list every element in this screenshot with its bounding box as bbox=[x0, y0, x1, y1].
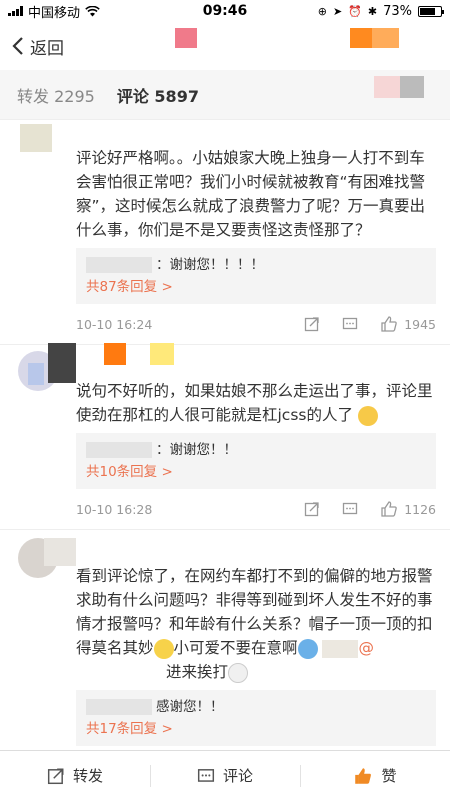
lock-rotation-icon: ⊕ bbox=[317, 4, 327, 18]
redacted-block bbox=[374, 76, 400, 98]
redacted-block bbox=[350, 28, 372, 48]
repost-button[interactable]: 转发 bbox=[0, 751, 150, 800]
redacted-block bbox=[400, 76, 424, 98]
comment-page: 中国移动 09:46 ⊕ ➤ ⏰ ✱ 73% 返回 转发 2295 评论 589… bbox=[0, 0, 450, 800]
status-bar: 中国移动 09:46 ⊕ ➤ ⏰ ✱ 73% bbox=[0, 0, 450, 22]
thumbs-up-icon bbox=[381, 316, 397, 332]
comment-icon[interactable] bbox=[342, 316, 358, 332]
signal-icon bbox=[8, 6, 23, 16]
comment-item: 说句不好听的，如果姑娘不那么走运出了事，评论里使劲在那杠的人很可能就是杠jcss… bbox=[0, 343, 450, 530]
redacted-block bbox=[48, 343, 76, 383]
reply-text: ：谢谢您！！ bbox=[156, 442, 237, 458]
redacted-block bbox=[86, 699, 152, 715]
redacted-block bbox=[28, 363, 44, 385]
redacted-block bbox=[322, 639, 359, 658]
comment-time: 10-10 16:24 bbox=[76, 316, 153, 332]
thumbs-up-icon bbox=[355, 767, 372, 784]
comment-meta: 10-10 16:24 1945 bbox=[76, 304, 436, 344]
comment-text: 评论好严格啊。。小姑娘家大晚上独身一人打不到车会害怕很正常吧？我们小时候就被教育… bbox=[76, 149, 426, 239]
chevron-left-icon bbox=[12, 37, 23, 55]
like-button[interactable]: 1945 bbox=[380, 315, 436, 333]
comment-text: 看到评论惊了，在网约车都打不到的偏僻的地方报警求助有什么问题吗？非得等到碰到坏人… bbox=[76, 567, 433, 683]
carrier-label: 中国移动 bbox=[28, 5, 81, 21]
comment-list: 评论好严格啊。。小姑娘家大晚上独身一人打不到车会害怕很正常吧？我们小时候就被教育… bbox=[0, 120, 450, 750]
redacted-block bbox=[372, 28, 399, 48]
like-count: 1126 bbox=[404, 501, 436, 517]
comment-label: 评论 bbox=[222, 767, 253, 785]
repost-icon bbox=[47, 768, 64, 784]
redacted-block bbox=[44, 538, 76, 566]
bottom-action-bar: 转发 评论 赞 bbox=[0, 750, 450, 800]
reply-box[interactable]: 感谢您！！ 共17条回复 > bbox=[76, 690, 436, 746]
emoji-icon bbox=[228, 662, 249, 683]
comment-item: 评论好严格啊。。小姑娘家大晚上独身一人打不到车会害怕很正常吧？我们小时候就被教育… bbox=[0, 120, 450, 345]
bluetooth-icon: ✱ bbox=[367, 4, 378, 18]
like-button[interactable]: 1126 bbox=[380, 500, 436, 518]
reply-count-link[interactable]: 共10条回复 > bbox=[86, 461, 426, 483]
nav-bar: 返回 bbox=[0, 22, 450, 70]
repost-label: 转发 bbox=[72, 767, 103, 785]
avatar[interactable] bbox=[20, 124, 52, 152]
wifi-icon bbox=[85, 5, 100, 16]
comment-text: 说句不好听的，如果姑娘不那么走运出了事，评论里使劲在那杠的人很可能就是杠jcss… bbox=[76, 382, 433, 426]
reply-text: ：谢谢您！！！！ bbox=[156, 257, 264, 273]
comment-icon[interactable] bbox=[342, 501, 358, 517]
reply-count-link[interactable]: 共87条回复 > bbox=[86, 276, 426, 298]
reply-box[interactable]: ：谢谢您！！ 共10条回复 > bbox=[76, 433, 436, 489]
like-label: 赞 bbox=[381, 767, 397, 785]
alarm-icon: ⏰ bbox=[348, 4, 362, 18]
like-count: 1945 bbox=[404, 316, 436, 332]
tab-comment[interactable]: 评论 5897 bbox=[117, 83, 199, 107]
comment-icon bbox=[197, 768, 215, 782]
reply-box[interactable]: ：谢谢您！！！！ 共87条回复 > bbox=[76, 248, 436, 304]
redacted-block bbox=[86, 442, 152, 458]
comment-item: 看到评论惊了，在网约车都打不到的偏僻的地方报警求助有什么问题吗？非得等到碰到坏人… bbox=[0, 530, 450, 746]
status-time: 09:46 bbox=[202, 3, 248, 19]
repost-icon[interactable] bbox=[304, 501, 320, 517]
tab-repost[interactable]: 转发 2295 bbox=[17, 83, 95, 107]
redacted-block bbox=[150, 343, 174, 365]
emoji-icon bbox=[357, 405, 378, 426]
comment-meta: 10-10 16:28 1126 bbox=[76, 489, 436, 529]
thumbs-up-icon bbox=[381, 501, 397, 517]
back-button[interactable]: 返回 bbox=[12, 34, 64, 59]
reply-text: 感谢您！！ bbox=[156, 699, 224, 715]
repost-icon[interactable] bbox=[304, 316, 320, 332]
redacted-block bbox=[104, 343, 126, 365]
emoji-icon bbox=[153, 638, 174, 659]
comment-button[interactable]: 评论 bbox=[150, 751, 300, 800]
reply-count-link[interactable]: 共17条回复 > bbox=[86, 718, 426, 740]
battery-icon bbox=[418, 5, 444, 17]
tab-bar: 转发 2295 评论 5897 bbox=[0, 70, 450, 120]
redacted-block bbox=[175, 28, 197, 48]
emoji-icon bbox=[297, 638, 318, 659]
location-icon: ➤ bbox=[332, 4, 343, 18]
redacted-block bbox=[86, 257, 152, 273]
back-label: 返回 bbox=[30, 38, 64, 59]
battery-percent: 73% bbox=[383, 3, 412, 19]
like-button[interactable]: 赞 bbox=[300, 751, 450, 800]
comment-time: 10-10 16:28 bbox=[76, 501, 153, 517]
